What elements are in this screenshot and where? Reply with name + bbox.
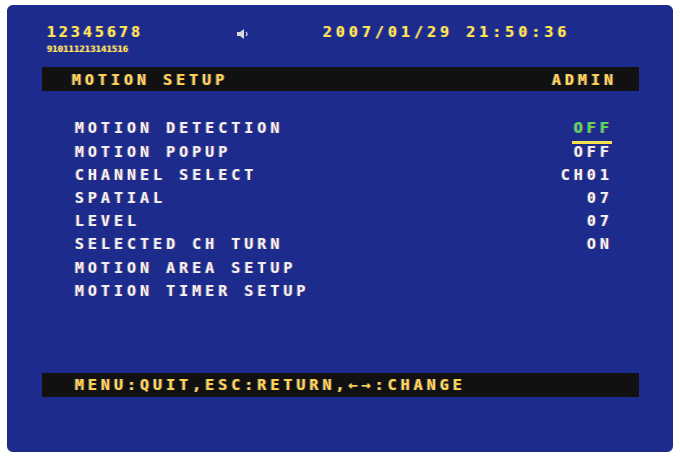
channel-select-value[interactable]: CH01 (561, 166, 613, 184)
menu-item-motion-area-setup[interactable]: MOTION AREA SETUP (75, 259, 297, 277)
level-value[interactable]: 07 (587, 212, 613, 230)
channel-indicators-secondary: 910111213141516 (47, 45, 129, 55)
channel-indicators: 12345678 (47, 23, 144, 41)
spatial-value[interactable]: 07 (587, 189, 613, 207)
menu-item-motion-popup[interactable]: MOTION POPUP (75, 143, 231, 161)
menu-item-spatial[interactable]: SPATIAL (75, 189, 166, 207)
menu-item-motion-detection[interactable]: MOTION DETECTION (75, 119, 284, 137)
menu-item-selected-ch-turn[interactable]: SELECTED CH TURN (75, 235, 284, 253)
help-text: MENU:QUIT,ESC:RETURN,←→:CHANGE (75, 376, 466, 394)
motion-detection-value[interactable]: OFF (574, 119, 613, 137)
motion-popup-value[interactable]: OFF (574, 143, 613, 161)
menu-item-motion-timer-setup[interactable]: MOTION TIMER SETUP (75, 282, 310, 300)
dvr-screen: 12345678 910111213141516 2007/01/29 21:5… (7, 5, 673, 452)
user-level-label: ADMIN (552, 71, 618, 89)
datetime-display: 2007/01/29 21:50:36 (323, 23, 571, 41)
speaker-icon (237, 29, 248, 39)
menu-item-channel-select[interactable]: CHANNEL SELECT (75, 166, 257, 184)
menu-item-level[interactable]: LEVEL (75, 212, 140, 230)
selected-ch-turn-value[interactable]: ON (587, 235, 613, 253)
menu-title: MOTION SETUP (72, 71, 229, 89)
